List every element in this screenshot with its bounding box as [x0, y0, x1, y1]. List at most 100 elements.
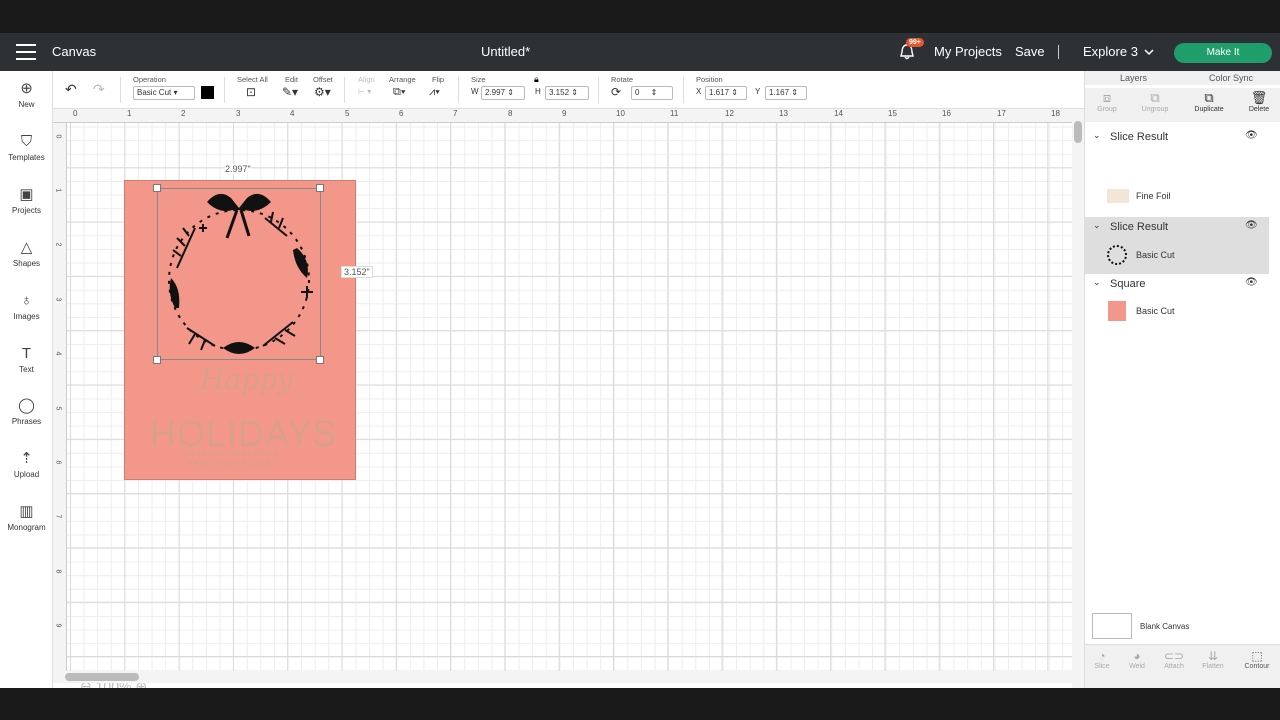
slice-button[interactable]: ◔ Slice: [1088, 649, 1116, 670]
redo-icon[interactable]: ↷: [93, 82, 105, 97]
align-label: Align: [358, 75, 375, 84]
position-label: Position: [696, 75, 723, 84]
blank-canvas-swatch[interactable]: [1092, 613, 1132, 639]
sidebar-item-new[interactable]: ⊕ New: [0, 80, 53, 109]
slice-icon: ◔: [1098, 649, 1106, 663]
operation-select[interactable]: Basic Cut ▾: [133, 86, 195, 100]
eye-icon[interactable]: 👁︎: [1245, 220, 1258, 231]
x-tag: X: [696, 87, 702, 96]
x-field[interactable]: 1.617 ⇕: [705, 86, 747, 100]
height-dimension-label: 3.152": [341, 266, 373, 278]
layer-thumbnail: [1107, 189, 1129, 203]
group-icon: ⧈: [1102, 90, 1112, 105]
save-button[interactable]: Save: [1015, 44, 1045, 59]
duplicate-button[interactable]: ⧉ Duplicate: [1189, 90, 1229, 113]
resize-handle[interactable]: [153, 184, 161, 192]
left-sidebar: ⊕ New ⛉ Templates ▣ Projects △ Shapes ♁ Image…: [0, 71, 53, 688]
select-all-label: Select All: [237, 75, 268, 84]
sidebar-item-templates[interactable]: ⛉ Templates: [0, 133, 53, 162]
ruler-tick: 18: [1051, 109, 1060, 118]
duplicate-icon: ⧉: [1204, 90, 1214, 105]
ruler-tick: 13: [779, 109, 788, 118]
chevron-down-icon[interactable]: [1144, 48, 1154, 56]
ruler-tick: 7: [453, 109, 458, 118]
width-tag: W: [471, 87, 479, 96]
eye-icon[interactable]: 👁︎: [1245, 277, 1258, 288]
my-projects-link[interactable]: My Projects: [934, 44, 1002, 59]
layer-tools: ⧈ Group ⧉ Ungroup ⧉ Duplicate 🗑︎ Delete: [1085, 88, 1280, 122]
notification-badge: 99+: [906, 38, 924, 47]
hamburger-menu-icon[interactable]: [16, 44, 36, 60]
ruler-tick: 1: [127, 109, 132, 118]
sidebar-item-phrases[interactable]: ◯ Phrases: [0, 397, 53, 426]
speech-bubble-icon: ◯: [18, 397, 35, 414]
ruler-tick: 8: [54, 569, 62, 574]
weld-icon: ◕: [1133, 649, 1141, 663]
undo-icon[interactable]: ↶: [65, 82, 77, 97]
make-it-button[interactable]: Make It: [1174, 43, 1272, 63]
layer-group-slice-result-1[interactable]: ⌄ Slice Result 👁︎: [1085, 127, 1269, 147]
align-icon[interactable]: ⊢ ▾: [358, 86, 371, 100]
sidebar-item-images[interactable]: ♁ Images: [0, 292, 53, 321]
lock-icon[interactable]: 🔒︎: [534, 74, 539, 85]
ungroup-button[interactable]: ⧉ Ungroup: [1135, 90, 1175, 113]
contour-button[interactable]: ⬚ Contour: [1243, 649, 1271, 670]
weld-button[interactable]: ◕ Weld: [1123, 649, 1151, 670]
arrange-icon[interactable]: ⧉▾: [393, 86, 405, 100]
flip-label: Flip: [432, 75, 445, 84]
chevron-down-icon[interactable]: ⌄: [1093, 277, 1101, 288]
width-field[interactable]: 2.997 ⇕: [481, 86, 525, 100]
foil-greeting-line-2: FROM THE HOLDENS: [188, 461, 277, 468]
foil-greeting-line-1: SEASONS GREETINGS: [185, 451, 280, 458]
arrange-label: Arrange: [389, 75, 416, 84]
flatten-button[interactable]: ⇊ Flatten: [1199, 649, 1227, 670]
size-label: Size: [471, 75, 486, 84]
layer-actions-bar: ◔ Slice ◕ Weld ⊂⊃ Attach ⇊ Flatten ⬚ Contour: [1085, 644, 1280, 688]
sidebar-item-shapes[interactable]: △ Shapes: [0, 239, 53, 268]
sidebar-item-projects[interactable]: ▣ Projects: [0, 186, 53, 215]
divider: [120, 77, 121, 103]
panel-tabs: Layers Color Sync: [1085, 71, 1280, 85]
ruler-tick: 12: [725, 109, 734, 118]
ruler-tick: 0: [54, 134, 62, 139]
tab-color-sync[interactable]: Color Sync: [1209, 73, 1253, 83]
horizontal-scrollbar[interactable]: [53, 671, 1072, 683]
flip-icon[interactable]: ⩘▾: [429, 86, 440, 100]
scroll-thumb[interactable]: [1074, 121, 1082, 143]
scroll-thumb[interactable]: [65, 673, 139, 681]
sidebar-item-monogram[interactable]: ▥ Monogram: [0, 503, 53, 532]
layer-group-square[interactable]: ⌄ Square 👁︎: [1085, 274, 1269, 294]
divider: [683, 77, 684, 103]
selection-box[interactable]: [157, 188, 321, 360]
sidebar-item-text[interactable]: T Text: [0, 345, 53, 374]
chevron-down-icon[interactable]: ⌄: [1093, 220, 1101, 231]
projects-icon: ▣: [19, 186, 34, 203]
eye-icon[interactable]: 👁︎: [1245, 130, 1258, 141]
attach-button[interactable]: ⊂⊃ Attach: [1160, 649, 1188, 670]
shapes-icon: △: [20, 239, 33, 256]
layer-thumbnail: [1108, 301, 1126, 321]
select-all-icon[interactable]: ⊡: [246, 86, 256, 100]
ruler-tick: 15: [888, 109, 897, 118]
machine-select[interactable]: Explore 3: [1083, 44, 1138, 59]
resize-handle[interactable]: [153, 356, 161, 364]
document-title[interactable]: Untitled*: [481, 44, 530, 59]
resize-handle[interactable]: [316, 184, 324, 192]
layer-group-slice-result-2[interactable]: ⌄ Slice Result 👁︎ Basic Cut: [1085, 217, 1269, 274]
bulb-icon: ♁: [20, 292, 33, 309]
pencil-icon[interactable]: ✎▾: [282, 86, 298, 100]
delete-button[interactable]: 🗑︎ Delete: [1239, 90, 1279, 113]
resize-handle[interactable]: [316, 356, 324, 364]
ruler-tick: 2: [181, 109, 186, 118]
vertical-scrollbar[interactable]: [1072, 109, 1084, 688]
rotate-field[interactable]: 0 ⇕: [631, 86, 673, 100]
chevron-down-icon[interactable]: ⌄: [1093, 130, 1101, 141]
ruler-tick: 6: [54, 460, 62, 465]
sidebar-item-upload[interactable]: ⇡ Upload: [0, 450, 53, 479]
group-button[interactable]: ⧈ Group: [1087, 90, 1127, 113]
offset-icon[interactable]: ⚙▾: [314, 86, 331, 100]
y-field[interactable]: 1.167 ⇕: [765, 86, 807, 100]
tab-layers[interactable]: Layers: [1120, 73, 1147, 83]
color-swatch[interactable]: [201, 86, 214, 99]
height-field[interactable]: 3.152 ⇕: [545, 86, 589, 100]
